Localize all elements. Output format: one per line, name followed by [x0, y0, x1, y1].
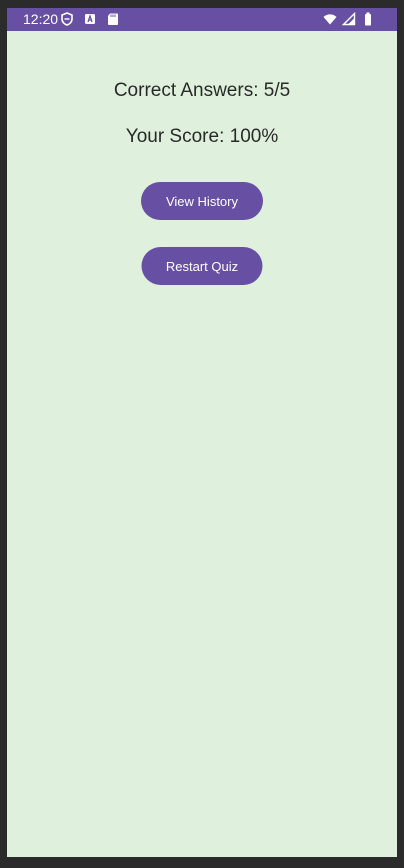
status-time: 12:20: [23, 11, 59, 27]
view-history-button[interactable]: View History: [141, 182, 263, 220]
device-frame: 12:20 Correct Answers: 5/5 Your Score: 1…: [0, 0, 404, 868]
restart-quiz-button[interactable]: Restart Quiz: [141, 247, 263, 285]
shield-icon: [60, 12, 74, 26]
sd-card-icon: [106, 12, 120, 26]
status-left-icons: [60, 12, 120, 26]
status-bar: 12:20: [7, 8, 397, 31]
battery-icon: [361, 12, 375, 26]
status-right-icons: [323, 12, 375, 26]
score-text: Your Score: 100%: [125, 126, 279, 147]
quiz-result-content: Correct Answers: 5/5 Your Score: 100% Vi…: [7, 31, 397, 857]
signal-icon: [342, 12, 356, 26]
correct-answers-text: Correct Answers: 5/5: [113, 80, 291, 101]
keyboard-a-icon: [83, 12, 97, 26]
wifi-icon: [323, 12, 337, 26]
app-screen: 12:20 Correct Answers: 5/5 Your Score: 1…: [7, 8, 397, 857]
